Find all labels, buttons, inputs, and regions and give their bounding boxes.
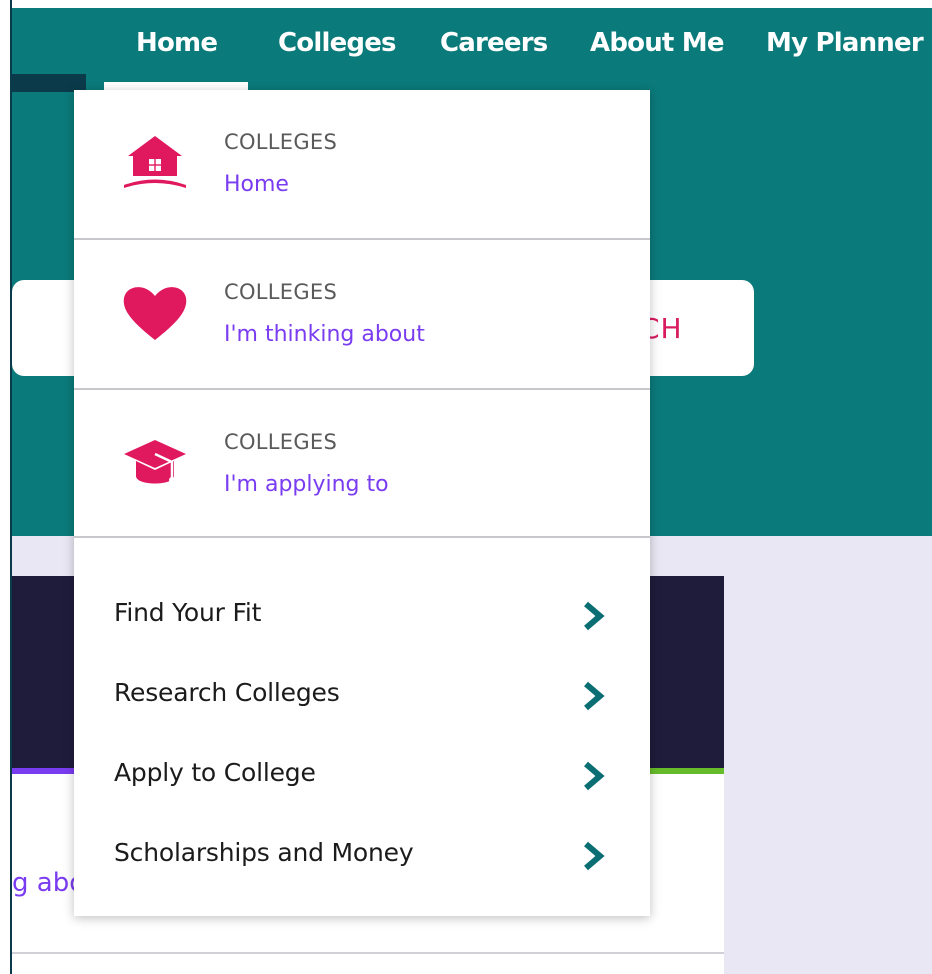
menu-link-research-colleges[interactable]: Research Colleges <box>74 670 650 730</box>
menu-link-label: Apply to College <box>114 758 316 787</box>
menu-link-label: Research Colleges <box>114 678 340 707</box>
section-title[interactable]: I'm applying to <box>224 472 389 497</box>
chevron-right-icon <box>584 681 605 711</box>
chevron-right-icon <box>584 841 605 871</box>
menu-link-scholarships-and-money[interactable]: Scholarships and Money <box>74 830 650 890</box>
chevron-right-icon <box>584 601 605 631</box>
dropdown-section-home[interactable]: COLLEGES Home <box>74 90 650 240</box>
nav-item-home[interactable]: Home <box>136 28 218 78</box>
heart-icon <box>123 287 187 340</box>
menu-link-label: Scholarships and Money <box>114 838 414 867</box>
section-title[interactable]: I'm thinking about <box>224 322 425 347</box>
section-kicker: COLLEGES <box>224 430 338 454</box>
main-nav: Home Colleges Careers About Me My Planne… <box>0 28 932 78</box>
nav-item-colleges[interactable]: Colleges <box>278 28 397 78</box>
content-card-2 <box>12 954 724 974</box>
card-link-text[interactable]: g about <box>12 868 74 898</box>
colleges-dropdown-menu: COLLEGES Home COLLEGES I'm thinking abou… <box>74 90 650 916</box>
section-kicker: COLLEGES <box>224 130 338 154</box>
chevron-right-icon <box>584 761 605 791</box>
nav-item-my-planner[interactable]: My Planner <box>766 28 924 78</box>
progress-bar-green <box>650 768 724 774</box>
dropdown-section-applying-to[interactable]: COLLEGES I'm applying to <box>74 390 650 538</box>
menu-link-find-your-fit[interactable]: Find Your Fit <box>74 590 650 650</box>
graduation-cap-icon <box>124 440 186 484</box>
left-edge <box>0 0 12 974</box>
top-strip <box>0 0 932 8</box>
section-kicker: COLLEGES <box>224 280 338 304</box>
menu-link-apply-to-college[interactable]: Apply to College <box>74 750 650 810</box>
menu-link-label: Find Your Fit <box>114 598 262 627</box>
nav-active-indicator <box>104 82 248 90</box>
section-title[interactable]: Home <box>224 172 289 197</box>
home-icon <box>124 136 186 188</box>
dropdown-section-thinking-about[interactable]: COLLEGES I'm thinking about <box>74 240 650 390</box>
nav-item-careers[interactable]: Careers <box>440 28 548 78</box>
nav-item-about-me[interactable]: About Me <box>590 28 725 78</box>
